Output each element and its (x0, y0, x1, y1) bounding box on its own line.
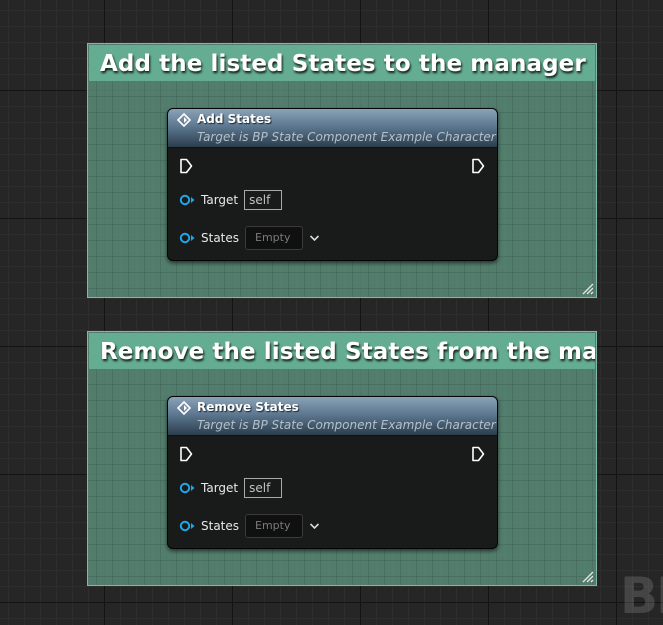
blueprint-graph-canvas[interactable]: { "colors": { "graph_background": "#2626… (0, 0, 663, 625)
node-title: Remove States (197, 400, 299, 414)
states-pin-label: States (201, 231, 240, 245)
blueprint-watermark: BI (620, 567, 663, 625)
exec-pin-icon[interactable] (471, 158, 485, 174)
resize-handle-icon[interactable] (581, 570, 594, 583)
function-icon (177, 401, 191, 415)
node-subtitle: Target is BP State Component Example Cha… (197, 418, 496, 432)
object-pin-icon[interactable] (179, 482, 195, 494)
states-combo-box[interactable]: Empty (245, 226, 304, 250)
exec-pin-icon[interactable] (179, 158, 193, 174)
states-pin-label: States (201, 519, 240, 533)
states-combo-box[interactable]: Empty (245, 514, 304, 538)
chevron-down-icon[interactable] (309, 522, 320, 530)
object-pin-icon[interactable] (179, 194, 195, 206)
comment-box-add-states[interactable]: Add the listed States to the manager Add… (87, 43, 597, 298)
node-add-states[interactable]: Add States Target is BP State Component … (167, 108, 498, 261)
node-remove-states[interactable]: Remove States Target is BP State Compone… (167, 396, 498, 549)
function-icon (177, 113, 191, 127)
states-pin-row: States Empty (179, 226, 320, 250)
resize-handle-icon[interactable] (581, 282, 594, 295)
target-pin-row: Target self (179, 188, 283, 212)
comment-title[interactable]: Add the listed States to the manager (89, 45, 595, 81)
comment-title[interactable]: Remove the listed States from the manage… (89, 333, 595, 369)
states-pin-row: States Empty (179, 514, 320, 538)
target-pin-row: Target self (179, 476, 283, 500)
chevron-down-icon[interactable] (309, 234, 320, 242)
exec-pin-icon[interactable] (179, 446, 193, 462)
target-pin-label: Target (201, 193, 239, 207)
node-subtitle: Target is BP State Component Example Cha… (197, 130, 496, 144)
object-pin-icon[interactable] (179, 520, 195, 532)
target-pin-label: Target (201, 481, 239, 495)
object-pin-icon[interactable] (179, 232, 195, 244)
node-header[interactable]: Remove States Target is BP State Compone… (168, 397, 497, 436)
exec-pin-icon[interactable] (471, 446, 485, 462)
node-title: Add States (197, 112, 272, 126)
comment-box-remove-states[interactable]: Remove the listed States from the manage… (87, 331, 597, 586)
target-default-value: self (244, 478, 283, 498)
target-default-value: self (244, 190, 283, 210)
node-header[interactable]: Add States Target is BP State Component … (168, 109, 497, 148)
